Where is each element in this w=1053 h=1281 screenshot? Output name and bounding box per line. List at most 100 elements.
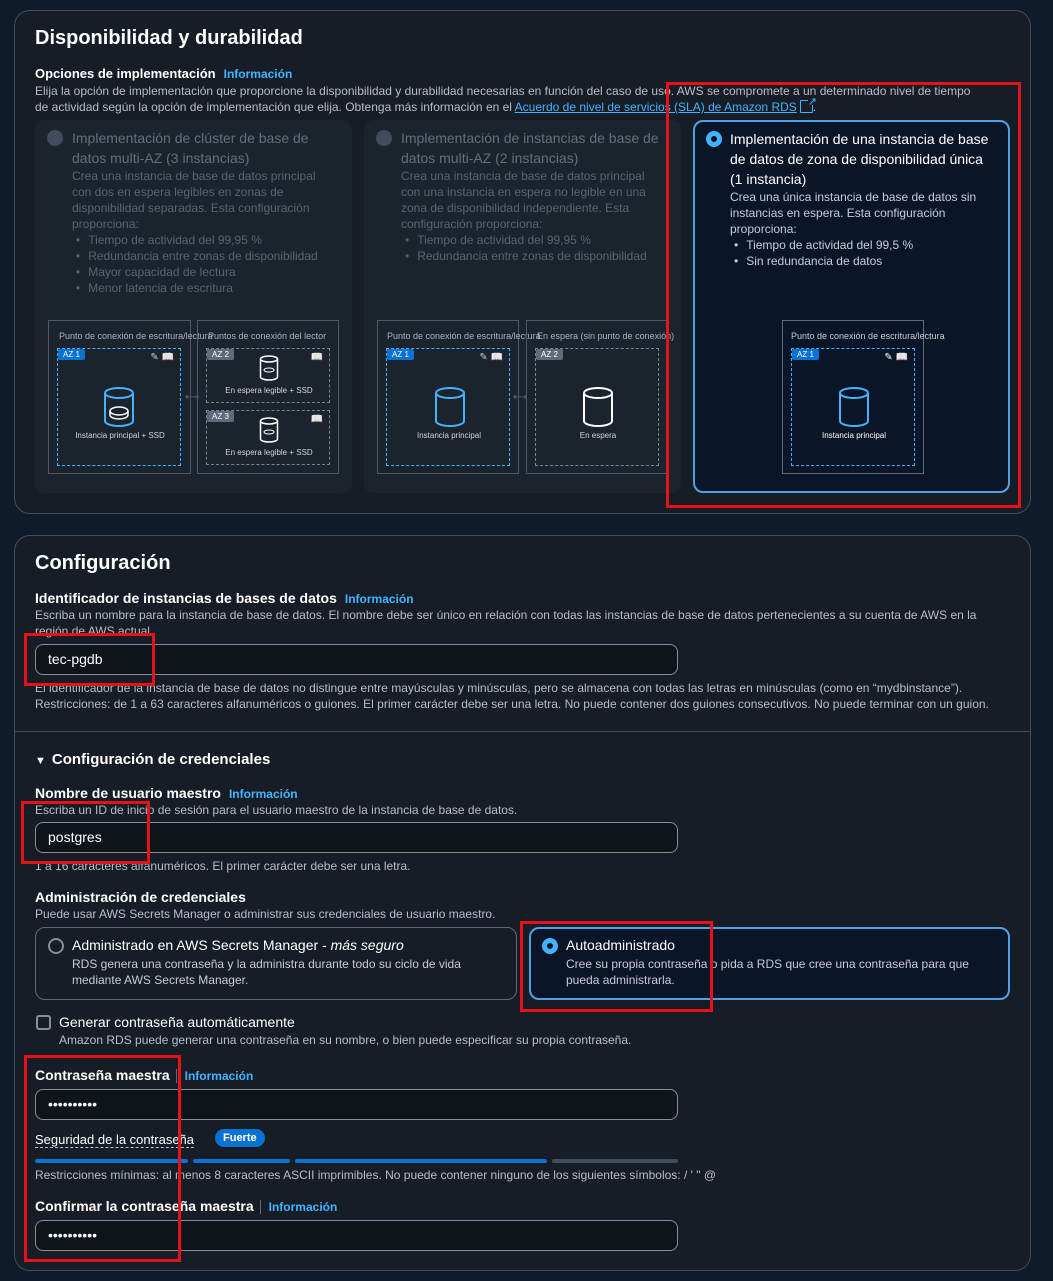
deploy-options-text: Opciones de implementación	[35, 66, 216, 81]
card2-az2: AZ 2 En espera	[535, 348, 659, 466]
card2-az1: AZ 1 ✎ 📖 Instancia principal	[386, 348, 510, 466]
card1-desc-l3: disponibilidad separadas. Esta configura…	[72, 201, 310, 215]
db-id-label: Identificador de instancias de bases de …	[35, 590, 414, 606]
credentials-admin-label: Administración de credenciales	[35, 889, 246, 905]
opt1-desc-l1: RDS genera una contraseña y la administr…	[72, 957, 461, 971]
primary-ssd-caption: Instancia principal + SSD	[75, 431, 165, 440]
edit-book-icons: ✎ 📖	[479, 352, 503, 363]
card2-title-l2: datos multi-AZ (2 instancias)	[401, 150, 579, 166]
master-user-info-link[interactable]: Información	[229, 787, 298, 801]
card2-desc-l2: con una instancia en espera no legible e…	[401, 185, 646, 199]
credentials-section-toggle[interactable]: ▼ Configuración de credenciales	[35, 751, 270, 768]
opt1-desc-l2: mediante AWS Secrets Manager.	[72, 973, 249, 987]
card1-desc-l1: Crea una instancia de base de datos prin…	[72, 169, 316, 183]
card1-bullet: Tiempo de actividad del 99,95 %	[72, 232, 347, 248]
card1-desc-l2: con dos en espera legibles en zonas de	[72, 185, 284, 199]
db-id-hint-l2: Restricciones: de 1 a 63 caracteres alfa…	[35, 697, 989, 711]
db-id-hint-l1: El identificador de la instancia de base…	[35, 681, 963, 695]
card1-title-l1: Implementación de clúster de base de	[72, 130, 309, 146]
deploy-card-multi-az-cluster: Implementación de clúster de base de dat…	[35, 120, 352, 493]
password-strength-badge: Fuerte	[215, 1129, 265, 1147]
strength-bar-segment	[193, 1159, 290, 1163]
card1-bullets: Tiempo de actividad del 99,95 % Redundan…	[72, 232, 347, 296]
book-icon: 📖	[310, 352, 323, 363]
card2-diagram-standby: En espera (sin punto de conexión) AZ 2 E…	[526, 320, 674, 474]
auto-generate-password-desc: Amazon RDS puede generar una contraseña …	[59, 1033, 632, 1047]
database-icon	[104, 387, 134, 427]
az1-tag: AZ 1	[58, 349, 85, 360]
card2-desc-l1: Crea una instancia de base de datos prin…	[401, 169, 645, 183]
card2-desc: Crea una instancia de base de datos prin…	[401, 168, 676, 264]
card1-az1: AZ 1 ✎ 📖 Instancia principal + SSD	[57, 348, 181, 466]
card2-writer-endpoint-label: Punto de conexión de escritura/lectura	[387, 331, 541, 341]
highlight-self-managed	[520, 921, 713, 1012]
db-id-desc-l2: región de AWS actual.	[35, 624, 154, 638]
card1-diagram-writer: Punto de conexión de escritura/lectura A…	[48, 320, 213, 474]
database-icon	[583, 387, 613, 427]
card1-desc-l4: proporciona:	[72, 217, 139, 231]
card1-desc: Crea una instancia de base de datos prin…	[72, 168, 347, 296]
strength-bar-segment	[295, 1159, 547, 1163]
card1-title: Implementación de clúster de base de dat…	[72, 128, 342, 168]
highlight-db-identifier	[24, 633, 155, 686]
section-divider	[14, 731, 1031, 732]
card1-title-l2: datos multi-AZ (3 instancias)	[72, 150, 250, 166]
card2-bullets: Tiempo de actividad del 99,95 % Redundan…	[401, 232, 676, 264]
master-user-label-text: Nombre de usuario maestro	[35, 785, 221, 801]
highlight-master-username	[21, 801, 150, 864]
standby-caption: En espera legible + SSD	[225, 386, 313, 395]
strength-bar-track	[552, 1159, 678, 1163]
card2-desc-l4: configuración proporciona:	[401, 217, 543, 231]
card1-writer-endpoint-label: Punto de conexión de escritura/lectura	[59, 331, 213, 341]
card2-title: Implementación de instancias de base de …	[401, 128, 676, 168]
availability-title: Disponibilidad y durabilidad	[35, 27, 303, 49]
db-id-info-link[interactable]: Información	[345, 592, 414, 606]
master-password-info-link[interactable]: Información	[175, 1069, 254, 1083]
card1-bullet: Redundancia entre zonas de disponibilida…	[72, 248, 347, 264]
config-title: Configuración	[35, 552, 171, 574]
database-icon	[259, 417, 279, 443]
card2-standby-label: En espera (sin punto de conexión)	[537, 331, 675, 341]
credentials-section-title: Configuración de credenciales	[51, 751, 271, 768]
az3-tag: AZ 3	[207, 411, 234, 422]
edit-book-icons: ✎ 📖	[150, 352, 174, 363]
confirm-password-info-link[interactable]: Información	[259, 1200, 338, 1214]
card2-diagram-writer: Punto de conexión de escritura/lectura A…	[377, 320, 541, 474]
highlight-single-az-option	[666, 82, 1021, 508]
card1-az2: AZ 2 📖 En espera legible + SSD	[206, 348, 330, 403]
option-secrets-manager-title: Administrado en AWS Secrets Manager - má…	[72, 937, 404, 953]
az1-tag: AZ 1	[387, 349, 414, 360]
card1-bullet: Menor latencia de escritura	[72, 280, 347, 296]
option-secrets-manager[interactable]: Administrado en AWS Secrets Manager - má…	[35, 927, 517, 1000]
card1-reader-endpoint-label: Puntos de conexión del lector	[208, 331, 327, 341]
primary-caption: Instancia principal	[416, 431, 482, 440]
card2-title-l1: Implementación de instancias de base de	[401, 130, 659, 146]
database-icon	[259, 355, 279, 381]
db-id-description: Escriba un nombre para la instancia de b…	[35, 607, 1030, 639]
card1-diagram-reader: Puntos de conexión del lector AZ 2 📖 En …	[197, 320, 339, 474]
caret-down-icon: ▼	[35, 755, 46, 767]
deploy-desc-line2-text: de actividad según la opción de implemen…	[35, 100, 515, 114]
radio-multi-az-instance	[376, 130, 392, 146]
auto-generate-password-label: Generar contraseña automáticamente	[59, 1014, 295, 1030]
deploy-info-link[interactable]: Información	[224, 67, 293, 81]
standby-caption: En espera	[579, 431, 617, 440]
opt1-title-italic: más seguro	[330, 937, 404, 953]
credentials-admin-description: Puede usar AWS Secrets Manager o adminis…	[35, 907, 496, 921]
deploy-options-label: Opciones de implementación Información	[35, 66, 292, 81]
opt1-title-text: Administrado en AWS Secrets Manager -	[72, 937, 331, 953]
db-id-desc-l1: Escriba un nombre para la instancia de b…	[35, 608, 977, 622]
book-icon: 📖	[310, 414, 323, 425]
radio-secrets-manager[interactable]	[48, 938, 64, 954]
radio-multi-az-cluster	[47, 130, 63, 146]
db-id-constraints: El identificador de la instancia de base…	[35, 680, 1030, 712]
deploy-card-multi-az-instance: Implementación de instancias de base de …	[364, 120, 681, 493]
auto-generate-password-checkbox[interactable]	[36, 1015, 51, 1030]
db-id-label-text: Identificador de instancias de bases de …	[35, 590, 337, 606]
card1-bullet: Mayor capacidad de lectura	[72, 264, 347, 280]
card2-bullet: Tiempo de actividad del 99,95 %	[401, 232, 676, 248]
database-icon	[435, 387, 465, 427]
highlight-password-fields	[24, 1055, 181, 1262]
option-secrets-manager-desc: RDS genera una contraseña y la administr…	[72, 956, 512, 988]
master-user-label: Nombre de usuario maestro Información	[35, 785, 298, 801]
